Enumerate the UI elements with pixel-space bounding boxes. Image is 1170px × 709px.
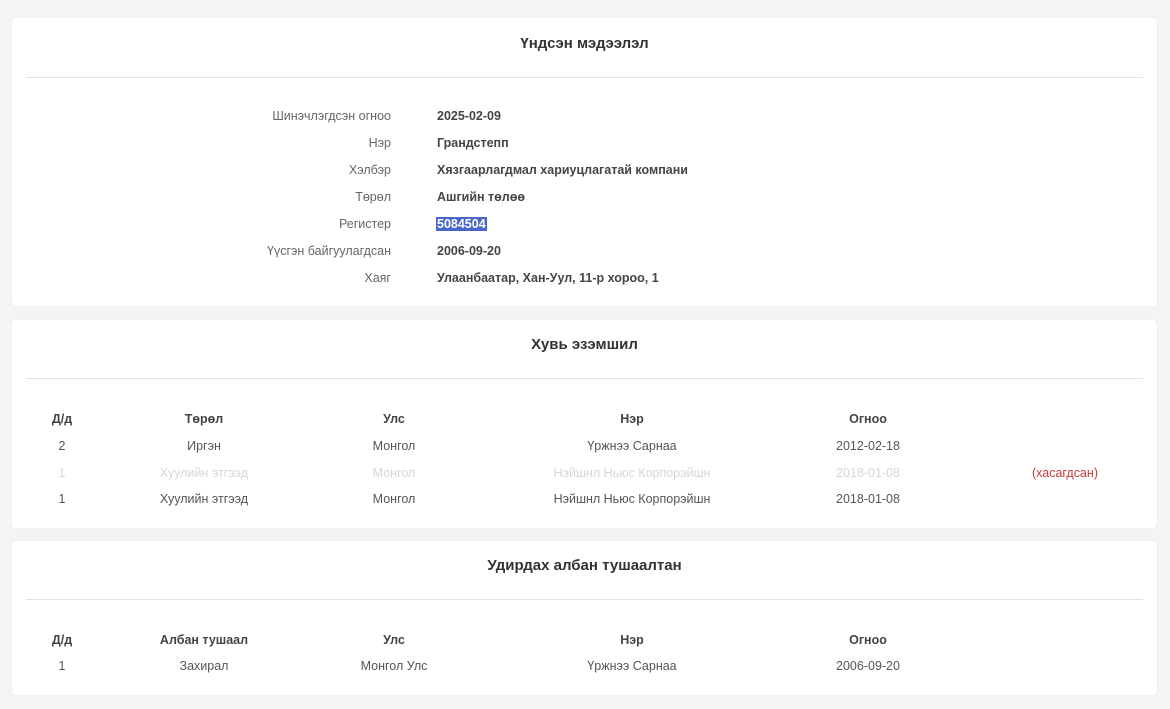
info-label: Нэр (368, 136, 391, 150)
column-header-date: Огноо (849, 633, 887, 647)
column-header-name: Нэр (620, 633, 644, 647)
cell-name: Нэйшнл Ньюс Корпорэйшн (553, 492, 711, 506)
info-row-founded: Үүсгэн байгуулагдсан 2006-09-20 (12, 244, 1157, 264)
table-row: 1 Захирал Монгол Улс Үржнээ Сарнаа 2006-… (12, 659, 1157, 679)
cell-country: Монгол Улс (360, 659, 428, 673)
info-row-type: Төрөл Ашгийн төлөө (12, 190, 1157, 210)
removed-status: (хасагдсан) (1032, 466, 1098, 480)
cell-country: Монгол (372, 466, 416, 480)
table-row: 1 Хуулийн этгээд Монгол Нэйшнл Ньюс Корп… (12, 492, 1157, 512)
column-header-country: Улс (383, 633, 405, 647)
cell-name: Үржнээ Сарнаа (587, 439, 677, 453)
cell-position: Захирал (179, 659, 229, 673)
info-row-form: Хэлбэр Хязгаарлагдмал хариуцлагатай комп… (12, 163, 1157, 183)
cell-date: 2012-02-18 (836, 439, 900, 453)
cell-type: Хуулийн этгээд (159, 466, 249, 480)
info-value: Улаанбаатар, Хан-Уул, 11-р хороо, 1 (437, 271, 659, 285)
basic-info-title: Үндсэн мэдээлэл (520, 35, 649, 52)
divider (26, 599, 1143, 600)
info-label: Хэлбэр (348, 163, 391, 177)
cell-date: 2006-09-20 (836, 659, 900, 673)
info-value: Грандстепп (437, 136, 509, 150)
info-label: Регистер (338, 217, 391, 231)
officials-title: Удирдах албан тушаалтан (487, 557, 682, 574)
divider (26, 378, 1143, 379)
cell-country: Монгол (372, 492, 416, 506)
officials-card: Удирдах албан тушаалтан Д/д Албан тушаал… (12, 541, 1157, 695)
ownership-title: Хувь эзэмшил (531, 336, 638, 353)
info-value: 2006-09-20 (437, 244, 501, 258)
info-row-address: Хаяг Улаанбаатар, Хан-Уул, 11-р хороо, 1 (12, 271, 1157, 291)
table-header: Д/д Албан тушаал Улс Нэр Огноо (12, 633, 1157, 653)
info-row-register: Регистер 5084504 (12, 217, 1157, 237)
cell-type: Иргэн (187, 439, 221, 453)
cell-name: Үржнээ Сарнаа (587, 659, 677, 673)
cell-no: 1 (58, 466, 66, 480)
cell-date: 2018-01-08 (836, 492, 900, 506)
info-label: Үүсгэн байгуулагдсан (267, 244, 391, 258)
info-label: Хаяг (364, 271, 391, 285)
info-row-name: Нэр Грандстепп (12, 136, 1157, 156)
info-value-register[interactable]: 5084504 (436, 217, 487, 231)
cell-no: 1 (58, 659, 66, 673)
basic-info-card: Үндсэн мэдээлэл Шинэчлэгдсэн огноо 2025-… (12, 18, 1157, 306)
column-header-name: Нэр (620, 412, 644, 426)
divider (26, 77, 1143, 78)
column-header-no: Д/д (51, 412, 73, 426)
cell-no: 2 (58, 439, 66, 453)
cell-name: Нэйшнл Ньюс Корпорэйшн (553, 466, 711, 480)
info-label: Төрөл (355, 190, 391, 204)
column-header-no: Д/д (51, 633, 73, 647)
cell-date: 2018-01-08 (836, 466, 900, 480)
ownership-card: Хувь эзэмшил Д/д Төрөл Улс Нэр Огноо 2 И… (12, 320, 1157, 528)
cell-no: 1 (58, 492, 66, 506)
column-header-date: Огноо (849, 412, 887, 426)
table-row-removed: 1 Хуулийн этгээд Монгол Нэйшнл Ньюс Корп… (12, 466, 1157, 486)
info-value: 2025-02-09 (437, 109, 501, 123)
info-value: Хязгаарлагдмал хариуцлагатай компани (437, 163, 688, 177)
column-header-type: Төрөл (184, 412, 224, 426)
cell-country: Монгол (372, 439, 416, 453)
info-label: Шинэчлэгдсэн огноо (272, 109, 391, 123)
table-header: Д/д Төрөл Улс Нэр Огноо (12, 412, 1157, 432)
column-header-country: Улс (383, 412, 405, 426)
table-row: 2 Иргэн Монгол Үржнээ Сарнаа 2012-02-18 (12, 439, 1157, 459)
column-header-position: Албан тушаал (159, 633, 249, 647)
cell-type: Хуулийн этгээд (159, 492, 249, 506)
info-value: Ашгийн төлөө (437, 190, 526, 204)
selected-register-text[interactable]: 5084504 (436, 217, 487, 231)
info-row-updated: Шинэчлэгдсэн огноо 2025-02-09 (12, 109, 1157, 129)
